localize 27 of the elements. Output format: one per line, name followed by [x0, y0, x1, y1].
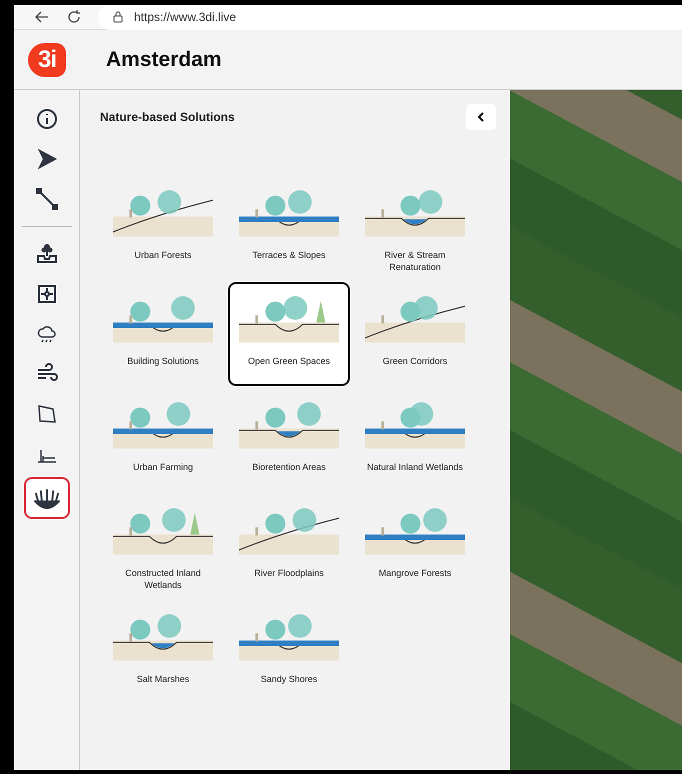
lock-icon [112, 11, 124, 23]
reload-icon[interactable] [66, 9, 82, 25]
solution-tile[interactable]: Mangrove Forests [354, 494, 476, 598]
solution-tile[interactable]: Terraces & Slopes [228, 176, 350, 280]
page-title: Amsterdam [106, 48, 222, 72]
logo: 3i [28, 42, 66, 76]
solution-tile[interactable]: Building Solutions [102, 282, 224, 386]
url-text: https://www.3di.live [134, 10, 236, 24]
collapse-button[interactable] [466, 104, 496, 130]
solution-tile[interactable]: Urban Forests [102, 176, 224, 280]
solution-tile[interactable]: Sandy Shores [228, 600, 350, 704]
solution-tile[interactable]: Bioretention Areas [228, 388, 350, 492]
panel-title: Nature-based Solutions [100, 110, 235, 124]
solution-tile[interactable]: Salt Marshes [102, 600, 224, 704]
solution-tile[interactable]: River Floodplains [228, 494, 350, 598]
address-bar[interactable]: https://www.3di.live [98, 4, 682, 30]
tool-button[interactable] [24, 477, 70, 519]
solution-tile[interactable]: Urban Farming [102, 388, 224, 492]
info-icon [34, 107, 58, 131]
pointer-icon [34, 147, 58, 171]
back-icon[interactable] [34, 9, 50, 25]
solution-tile[interactable]: Natural Inland Wetlands [354, 388, 476, 492]
solution-tile[interactable]: Open Green Spaces [228, 282, 350, 386]
solution-tile[interactable]: Constructed Inland Wetlands [102, 494, 224, 598]
solution-tile[interactable]: Green Corridors [354, 282, 476, 386]
line-icon [34, 187, 58, 211]
solution-tile[interactable]: River & Stream Renaturation [354, 176, 476, 280]
